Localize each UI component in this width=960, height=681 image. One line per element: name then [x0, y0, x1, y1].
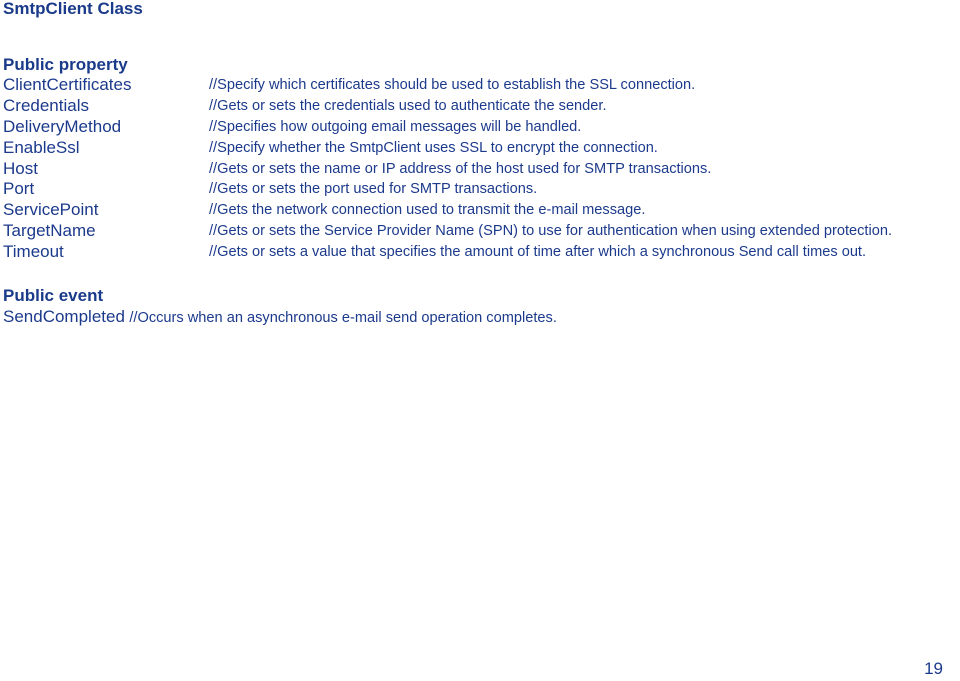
property-name: Timeout: [3, 242, 64, 262]
event-name: SendCompleted: [3, 307, 125, 326]
property-description: //Gets or sets the name or IP address of…: [209, 160, 712, 177]
property-name: EnableSsl: [3, 137, 80, 157]
property-description: //Gets or sets the credentials used to a…: [209, 97, 607, 114]
property-description: //Specify whether the SmtpClient uses SS…: [209, 139, 658, 156]
event-description: //Occurs when an asynchronous e-mail sen…: [129, 310, 557, 326]
property-description: //Gets the network connection used to tr…: [209, 202, 646, 219]
property-name: Port: [3, 179, 35, 199]
page-title: SmtpClient Class: [3, 0, 143, 18]
property-name: Host: [3, 158, 38, 178]
section-heading-public-property: Public property: [3, 55, 128, 74]
property-name: TargetName: [3, 221, 96, 241]
property-description: //Gets or sets a value that specifies th…: [209, 244, 867, 261]
property-name: ServicePoint: [3, 200, 99, 220]
property-description: //Gets or sets the Service Provider Name…: [209, 223, 893, 240]
section-heading-public-event: Public event: [3, 286, 104, 305]
property-description: //Specify which certificates should be u…: [209, 77, 696, 93]
property-description: //Gets or sets the port used for SMTP tr…: [209, 181, 538, 198]
property-name: DeliveryMethod: [3, 116, 122, 136]
event-row: SendCompleted //Occurs when an asynchron…: [3, 306, 557, 329]
property-description: //Specifies how outgoing email messages …: [209, 118, 582, 135]
property-name: ClientCertificates: [3, 75, 132, 94]
property-name: Credentials: [3, 95, 89, 115]
page-number: 19: [924, 659, 943, 678]
